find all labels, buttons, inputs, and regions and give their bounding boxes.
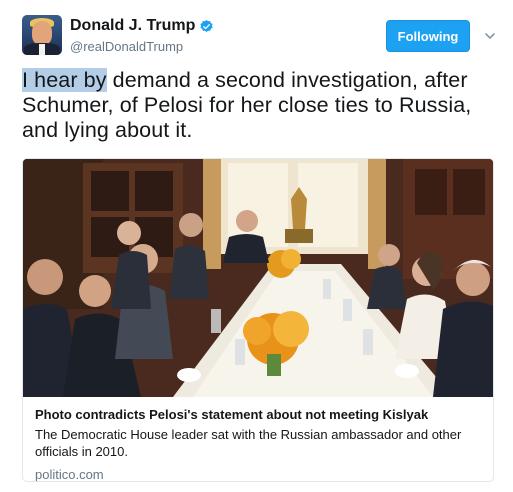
highlighted-text: I hear by xyxy=(22,68,107,92)
card-description: The Democratic House leader sat with the… xyxy=(35,427,462,459)
card-photo[interactable] xyxy=(23,159,494,397)
card-title[interactable]: Photo contradicts Pelosi's statement abo… xyxy=(35,406,483,423)
avatar-face xyxy=(32,21,52,45)
tweet-header: Donald J. Trump @realDonaldTrump Followi… xyxy=(22,12,500,58)
following-button[interactable]: Following xyxy=(386,20,470,52)
verified-badge-icon xyxy=(200,19,213,32)
name-row: Donald J. Trump xyxy=(70,17,214,35)
user-handle[interactable]: @realDonaldTrump xyxy=(70,39,183,54)
card-body: Photo contradicts Pelosi's statement abo… xyxy=(23,397,493,481)
chevron-down-icon[interactable] xyxy=(484,30,496,42)
profile-avatar[interactable] xyxy=(22,15,62,55)
avatar-shirt xyxy=(39,44,45,55)
tweet-text: I hear by demand a second investigation,… xyxy=(22,68,502,143)
card-domain[interactable]: politico.com xyxy=(35,466,483,481)
link-preview-card[interactable]: Photo contradicts Pelosi's statement abo… xyxy=(22,158,494,482)
display-name[interactable]: Donald J. Trump xyxy=(70,17,195,35)
